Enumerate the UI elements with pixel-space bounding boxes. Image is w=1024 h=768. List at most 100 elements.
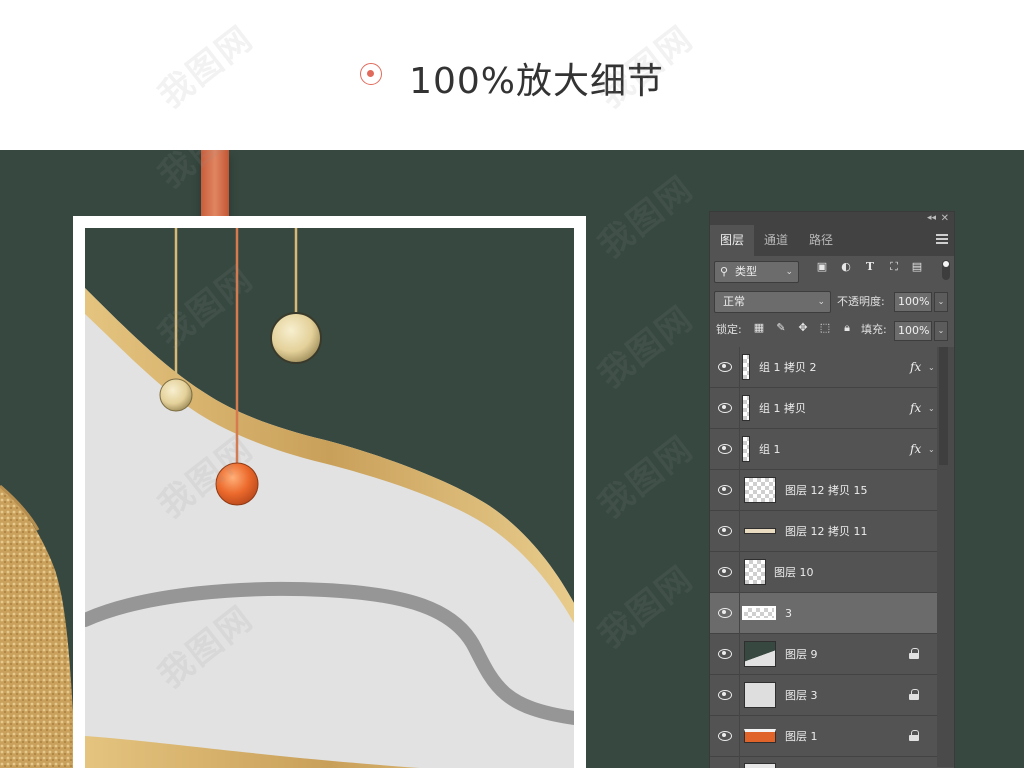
row-divider: [739, 716, 740, 757]
layer-name[interactable]: 组 1 拷贝 2: [759, 347, 817, 388]
visibility-eye-icon[interactable]: [718, 730, 732, 741]
filter-kind-select[interactable]: ⚲ 类型 ⌄: [714, 261, 799, 283]
layer-row-partial[interactable]: [710, 757, 937, 768]
filter-toggle[interactable]: [942, 260, 950, 280]
layer-row-selected[interactable]: 3: [710, 593, 937, 634]
lock-transparency-icon[interactable]: ▦: [752, 321, 766, 335]
lock-artboard-icon[interactable]: ⬚: [818, 321, 832, 335]
chevron-down-icon: ⌄: [785, 267, 793, 277]
lock-label: 锁定:: [716, 323, 742, 336]
orange-ball: [215, 462, 259, 506]
fill-dropdown[interactable]: ⌄: [934, 321, 948, 341]
layer-name[interactable]: 图层 12 拷贝 15: [785, 470, 867, 511]
row-divider: [739, 470, 740, 511]
layer-row[interactable]: 组 1 拷贝 2 fx ⌄: [710, 347, 937, 388]
visibility-eye-icon[interactable]: [718, 566, 732, 577]
layer-name[interactable]: 组 1 拷贝: [759, 388, 806, 429]
filter-pixel-icon[interactable]: ▣: [815, 260, 829, 274]
layer-row[interactable]: 图层 12 拷贝 15: [710, 470, 937, 511]
visibility-eye-icon[interactable]: [718, 607, 732, 618]
layer-thumbnail: [744, 763, 776, 768]
filter-shape-icon[interactable]: ⛶: [887, 260, 901, 274]
layers-scrollbar[interactable]: [937, 347, 954, 767]
visibility-eye-icon[interactable]: [718, 361, 732, 372]
layer-row[interactable]: 图层 9: [710, 634, 937, 675]
layer-row[interactable]: 图层 3: [710, 675, 937, 716]
opacity-dropdown[interactable]: ⌄: [934, 292, 948, 312]
chevron-down-icon[interactable]: ⌄: [928, 388, 935, 429]
panel-titlebar: ◂◂ ✕: [710, 212, 954, 225]
artwork-canvas: [85, 228, 574, 768]
lock-all-icon[interactable]: 🔒︎: [840, 321, 854, 335]
visibility-eye-icon[interactable]: [718, 648, 732, 659]
layer-name[interactable]: 3: [785, 593, 792, 634]
tab-layers[interactable]: 图层: [710, 225, 755, 256]
filter-kind-label: 类型: [735, 265, 757, 278]
chevron-down-icon[interactable]: ⌄: [928, 347, 935, 388]
layer-row[interactable]: 组 1 fx ⌄: [710, 429, 937, 470]
layer-thumbnail: [744, 641, 776, 667]
layer-lock-icon: [909, 689, 919, 700]
layer-thumbnail: [744, 729, 776, 743]
opacity-input[interactable]: 100%: [894, 292, 932, 312]
layer-name[interactable]: 组 1: [759, 429, 781, 470]
layer-name[interactable]: 图层 10: [774, 552, 814, 593]
row-divider: [739, 388, 740, 429]
row-divider: [739, 757, 740, 768]
fill-input[interactable]: 100%: [894, 321, 932, 341]
panel-tabs: 图层 通道 路径: [710, 225, 954, 256]
chevron-down-icon: ⌄: [817, 297, 825, 307]
visibility-eye-icon[interactable]: [718, 402, 732, 413]
layer-row[interactable]: 图层 12 拷贝 11: [710, 511, 937, 552]
filter-type-icon[interactable]: T: [863, 260, 877, 274]
opacity-label: 不透明度:: [837, 295, 885, 308]
fx-icon[interactable]: fx: [910, 429, 921, 470]
filter-smart-object-icon[interactable]: ▤: [910, 260, 924, 274]
layer-thumbnail: [744, 682, 776, 708]
scrollbar-thumb[interactable]: [939, 347, 948, 465]
target-dot-icon: [359, 63, 382, 85]
layer-thumbnail: [742, 354, 750, 380]
layers-panel: ◂◂ ✕ 图层 通道 路径 ⚲ 类型 ⌄ ▣ ◐ T ⛶ ▤ 正常 ⌄ 不透明度…: [710, 212, 954, 768]
white-frame: [73, 216, 586, 768]
layer-thumbnail: [744, 477, 776, 503]
row-divider: [739, 675, 740, 716]
fx-icon[interactable]: fx: [910, 347, 921, 388]
blend-mode-select[interactable]: 正常 ⌄: [714, 291, 831, 313]
lock-paint-icon[interactable]: ✎: [774, 321, 788, 335]
visibility-eye-icon[interactable]: [718, 443, 732, 454]
layer-row[interactable]: 组 1 拷贝 fx ⌄: [710, 388, 937, 429]
layer-thumbnail: [744, 559, 766, 585]
visibility-eye-icon[interactable]: [718, 525, 732, 536]
tab-channels[interactable]: 通道: [754, 225, 798, 256]
layer-lock-icon: [909, 648, 919, 659]
layer-name[interactable]: 图层 9: [785, 634, 818, 675]
watermark: 我图网: [591, 298, 702, 397]
layer-row[interactable]: 图层 10: [710, 552, 937, 593]
collapse-icon[interactable]: ◂◂: [927, 212, 936, 225]
layer-thumbnail: [744, 528, 776, 534]
layer-name[interactable]: 图层 1: [785, 716, 818, 757]
layer-name[interactable]: 图层 3: [785, 675, 818, 716]
filter-adjustment-icon[interactable]: ◐: [839, 260, 853, 274]
visibility-eye-icon[interactable]: [718, 689, 732, 700]
row-divider: [739, 552, 740, 593]
tab-paths[interactable]: 路径: [799, 225, 843, 256]
layer-row[interactable]: 图层 1: [710, 716, 937, 757]
row-divider: [739, 593, 740, 634]
layer-thumbnail: [742, 606, 776, 620]
gold-ball-small: [159, 378, 193, 412]
visibility-eye-icon[interactable]: [718, 484, 732, 495]
close-icon[interactable]: ✕: [941, 212, 949, 225]
blend-mode-label: 正常: [723, 295, 745, 308]
fx-icon[interactable]: fx: [910, 388, 921, 429]
layer-thumbnail: [742, 436, 750, 462]
panel-menu-icon[interactable]: [936, 234, 948, 244]
chevron-down-icon[interactable]: ⌄: [928, 429, 935, 470]
row-divider: [739, 429, 740, 470]
title-wrap: 100%放大细节: [0, 52, 1024, 104]
filter-row: ⚲ 类型 ⌄ ▣ ◐ T ⛶ ▤: [710, 256, 954, 286]
layer-name[interactable]: 图层 12 拷贝 11: [785, 511, 867, 552]
lock-move-icon[interactable]: ✥: [796, 321, 810, 335]
watermark: 我图网: [591, 558, 702, 657]
